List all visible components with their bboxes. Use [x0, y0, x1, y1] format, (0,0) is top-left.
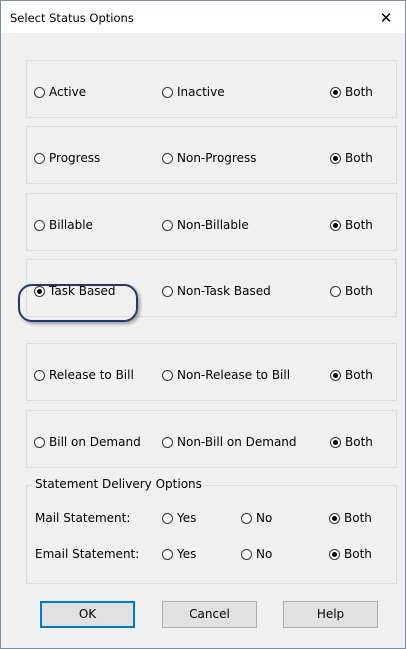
radio-bill-on-demand-both[interactable]: Both	[330, 435, 373, 449]
radio-label: Non-Task Based	[177, 284, 271, 298]
group-bill-on-demand-status: Bill on Demand Non-Bill on Demand Both	[26, 410, 397, 468]
radio-checked-icon	[330, 219, 341, 231]
radio-circle-icon	[34, 436, 45, 448]
radio-label: Non-Bill on Demand	[177, 435, 297, 449]
radio-circle-icon	[330, 285, 341, 297]
title-bar: Select Status Options ✕	[1, 1, 405, 33]
radio-label: Both	[345, 368, 373, 382]
radio-circle-icon	[34, 152, 45, 164]
radio-active[interactable]: Active	[34, 85, 86, 99]
radio-billable-both[interactable]: Both	[330, 218, 373, 232]
radio-circle-icon	[162, 548, 173, 560]
radio-email-yes[interactable]: Yes	[162, 547, 196, 561]
radio-label: Active	[49, 85, 87, 99]
radio-checked-icon	[330, 86, 341, 98]
radio-label: Non-Progress	[177, 151, 257, 165]
radio-label: Both	[345, 284, 373, 298]
group-billable-status: Billable Non-Billable Both	[26, 193, 397, 251]
radio-label: Both	[345, 218, 373, 232]
selection-highlight-outline	[18, 284, 138, 322]
radio-label: Both	[344, 511, 372, 525]
radio-circle-icon	[162, 512, 173, 524]
group-progress-status: Progress Non-Progress Both	[26, 126, 397, 184]
radio-non-release-to-bill[interactable]: Non-Release to Bill	[162, 368, 290, 382]
select-status-options-dialog: Select Status Options ✕ Active Inactive …	[0, 0, 406, 649]
radio-non-billable[interactable]: Non-Billable	[162, 218, 249, 232]
radio-label: Non-Billable	[177, 218, 249, 232]
radio-non-bill-on-demand[interactable]: Non-Bill on Demand	[162, 435, 297, 449]
group-release-to-bill-status: Release to Bill Non-Release to Bill Both	[26, 343, 397, 401]
radio-release-to-bill[interactable]: Release to Bill	[34, 368, 134, 382]
mail-statement-label: Mail Statement:	[35, 511, 131, 525]
radio-circle-icon	[162, 285, 173, 297]
dialog-title: Select Status Options	[10, 11, 134, 25]
radio-circle-icon	[162, 369, 173, 381]
radio-circle-icon	[162, 219, 173, 231]
radio-label: Both	[345, 435, 373, 449]
radio-non-progress[interactable]: Non-Progress	[162, 151, 256, 165]
close-icon[interactable]: ✕	[373, 6, 399, 30]
radio-non-task-based[interactable]: Non-Task Based	[162, 284, 271, 298]
group-active-status: Active Inactive Both	[26, 60, 397, 118]
radio-circle-icon	[162, 152, 173, 164]
radio-label: Yes	[177, 511, 197, 525]
radio-label: Bill on Demand	[49, 435, 141, 449]
radio-circle-icon	[34, 219, 45, 231]
radio-mail-both[interactable]: Both	[329, 511, 372, 525]
radio-checked-icon	[330, 152, 341, 164]
radio-task-based-both[interactable]: Both	[330, 284, 373, 298]
radio-label: Release to Bill	[49, 368, 134, 382]
radio-email-both[interactable]: Both	[329, 547, 372, 561]
radio-circle-icon	[34, 369, 45, 381]
radio-checked-icon	[329, 512, 340, 524]
radio-circle-icon	[241, 548, 252, 560]
radio-circle-icon	[162, 86, 173, 98]
cancel-button[interactable]: Cancel	[162, 601, 257, 628]
radio-label: Non-Release to Bill	[177, 368, 291, 382]
radio-inactive[interactable]: Inactive	[162, 85, 225, 99]
radio-circle-icon	[34, 86, 45, 98]
radio-label: Both	[345, 151, 373, 165]
radio-billable[interactable]: Billable	[34, 218, 93, 232]
radio-label: Both	[344, 547, 372, 561]
radio-label: Both	[345, 85, 373, 99]
email-statement-label: Email Statement:	[35, 547, 140, 561]
radio-active-both[interactable]: Both	[330, 85, 373, 99]
radio-checked-icon	[329, 548, 340, 560]
radio-checked-icon	[330, 369, 341, 381]
statement-delivery-group	[26, 485, 397, 584]
statement-delivery-legend: Statement Delivery Options	[32, 477, 205, 491]
radio-label: Inactive	[177, 85, 225, 99]
radio-checked-icon	[330, 436, 341, 448]
radio-label: Progress	[49, 151, 101, 165]
radio-circle-icon	[241, 512, 252, 524]
radio-progress-both[interactable]: Both	[330, 151, 373, 165]
radio-label: Yes	[177, 547, 197, 561]
radio-release-to-bill-both[interactable]: Both	[330, 368, 373, 382]
radio-progress[interactable]: Progress	[34, 151, 100, 165]
radio-label: No	[256, 511, 273, 525]
radio-mail-yes[interactable]: Yes	[162, 511, 196, 525]
radio-email-no[interactable]: No	[241, 547, 272, 561]
ok-button[interactable]: OK	[40, 601, 135, 628]
radio-label: No	[256, 547, 273, 561]
radio-label: Billable	[49, 218, 93, 232]
radio-bill-on-demand[interactable]: Bill on Demand	[34, 435, 141, 449]
radio-mail-no[interactable]: No	[241, 511, 272, 525]
radio-circle-icon	[162, 436, 173, 448]
help-button[interactable]: Help	[283, 601, 378, 628]
